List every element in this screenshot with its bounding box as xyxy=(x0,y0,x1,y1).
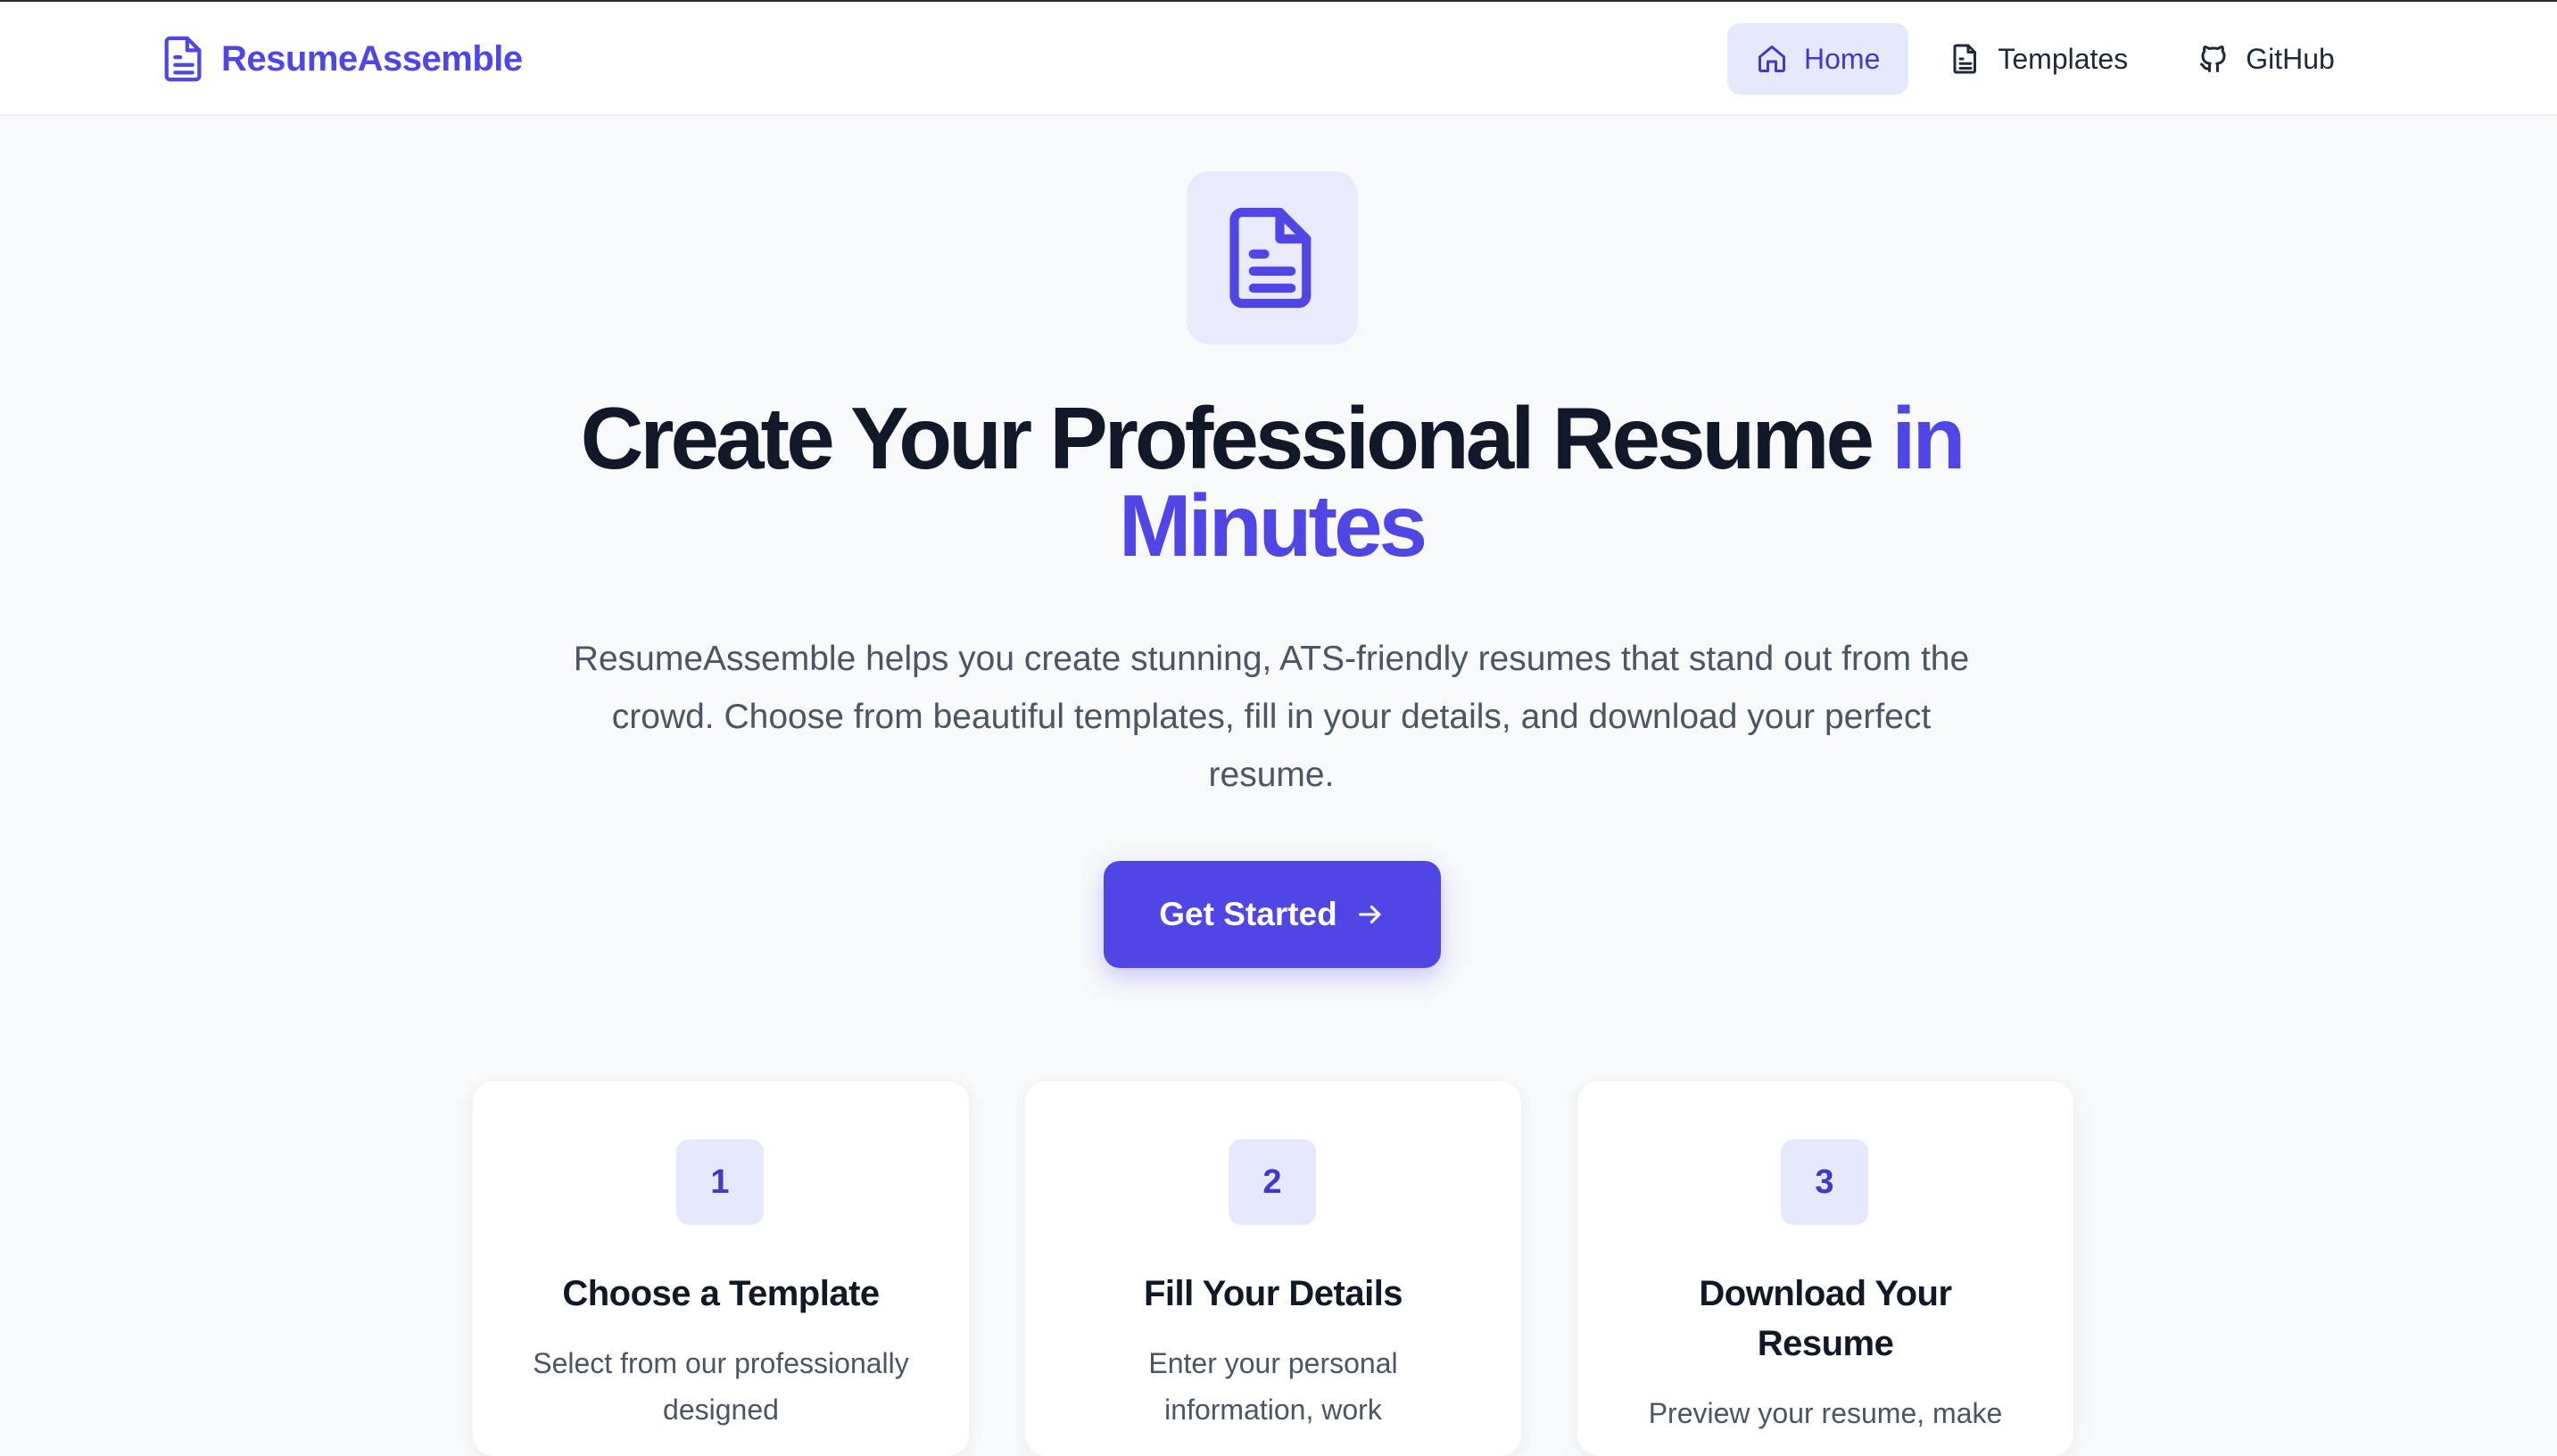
document-icon xyxy=(1227,204,1318,311)
nav-home-label: Home xyxy=(1804,42,1881,75)
step-title: Download Your Resume xyxy=(1699,1274,1952,1363)
step-title: Fill Your Details xyxy=(1143,1274,1403,1313)
step-number-badge: 2 xyxy=(1229,1139,1316,1225)
top-navbar: ResumeAssemble Home Templates GitHub xyxy=(0,2,2557,116)
nav-home[interactable]: Home xyxy=(1727,23,1909,95)
step-description: Enter your personal information, work xyxy=(1148,1347,1398,1426)
hero-document-icon-tile xyxy=(1187,171,1358,344)
step-title: Choose a Template xyxy=(562,1274,880,1313)
step-card: 2 Fill Your Details Enter your personal … xyxy=(1025,1081,1521,1456)
step-card: 1 Choose a Template Select from our prof… xyxy=(473,1081,969,1456)
step-number-badge: 3 xyxy=(1781,1139,1868,1225)
hero-description: ResumeAssemble helps you create stunning… xyxy=(573,640,1970,794)
page-title: Create Your Professional Resume in Minut… xyxy=(446,394,2097,569)
get-started-button[interactable]: Get Started xyxy=(1104,861,1441,968)
arrow-right-icon xyxy=(1355,899,1386,930)
brand-name: ResumeAssemble xyxy=(221,38,523,79)
step-description: Select from our professionally designed xyxy=(533,1347,909,1426)
nav-github-label: GitHub xyxy=(2246,42,2335,75)
title-main: Create Your Professional Resume xyxy=(580,389,1892,487)
document-icon xyxy=(1949,42,1982,76)
main-nav: Home Templates GitHub xyxy=(1727,23,2363,95)
github-icon xyxy=(2197,42,2230,76)
home-icon xyxy=(1756,42,1788,76)
brand-link[interactable]: ResumeAssemble xyxy=(162,34,523,84)
step-description: Preview your resume, make xyxy=(1648,1397,2003,1429)
step-number-badge: 1 xyxy=(676,1139,764,1225)
step-card: 3 Download Your Resume Preview your resu… xyxy=(1577,1081,2073,1456)
nav-templates[interactable]: Templates xyxy=(1921,23,2156,95)
document-icon xyxy=(162,35,205,83)
nav-templates-label: Templates xyxy=(1998,42,2129,75)
nav-github[interactable]: GitHub xyxy=(2169,23,2363,95)
cta-label: Get Started xyxy=(1159,896,1337,932)
